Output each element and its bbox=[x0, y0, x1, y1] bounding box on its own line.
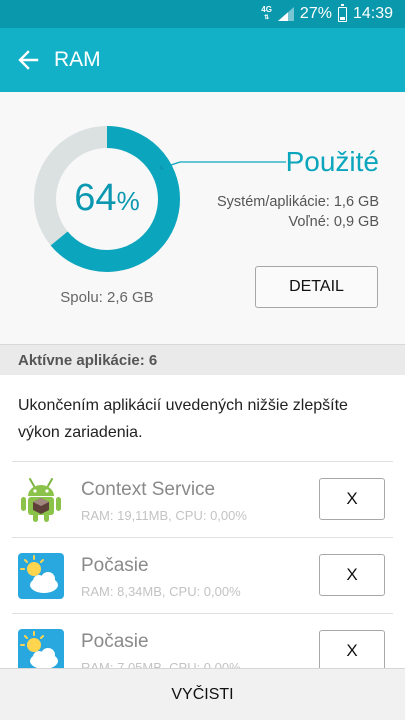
app-usage: RAM: 7,05MB, CPU: 0,00% bbox=[81, 660, 241, 668]
free-memory: Voľné: 0,9 GB bbox=[288, 214, 379, 230]
status-bar: 4G ⇅ 27% 14:39 bbox=[0, 0, 405, 28]
arrow-back-icon bbox=[18, 50, 39, 70]
close-app-button[interactable]: X bbox=[319, 630, 385, 668]
signal-icon bbox=[277, 7, 294, 21]
list-description: Ukončením aplikácií uvedených nižšie zle… bbox=[18, 397, 348, 441]
android-app-icon bbox=[21, 478, 61, 522]
battery-percent: 27% bbox=[299, 5, 332, 22]
divider bbox=[12, 461, 393, 462]
network-type-icon: 4G ⇅ bbox=[261, 5, 272, 22]
back-button[interactable] bbox=[10, 42, 46, 78]
network-type-label: 4G bbox=[261, 5, 272, 14]
used-leader-line bbox=[160, 161, 286, 170]
active-apps-header: Aktívne aplikácie: 6 bbox=[0, 344, 405, 375]
used-label: Použité bbox=[285, 146, 379, 177]
total-memory: Spolu: 2,6 GB bbox=[60, 289, 154, 306]
clock: 14:39 bbox=[352, 5, 393, 22]
weather-sun-cloud-icon bbox=[18, 553, 64, 599]
system-apps-usage: Systém/aplikácie: 1,6 GB bbox=[217, 194, 379, 210]
active-apps-count: Aktívne aplikácie: 6 bbox=[18, 352, 158, 369]
ram-percent-value: 64 bbox=[74, 177, 117, 219]
app-list: Ukončením aplikácií uvedených nižšie zle… bbox=[0, 375, 405, 668]
close-app-button[interactable]: X bbox=[319, 478, 385, 520]
app-name: Počasie bbox=[81, 555, 149, 576]
list-item: Počasie RAM: 8,34MB, CPU: 0,00% X bbox=[0, 537, 405, 613]
page-title: RAM bbox=[54, 48, 101, 71]
ram-usage-card: 64% Použité Systém/aplikácie: 1,6 GB Voľ… bbox=[0, 92, 405, 344]
divider bbox=[12, 537, 393, 538]
list-item: Počasie RAM: 7,05MB, CPU: 0,00% X bbox=[0, 613, 405, 668]
close-app-button[interactable]: X bbox=[319, 554, 385, 596]
app-usage: RAM: 19,11MB, CPU: 0,00% bbox=[81, 508, 247, 523]
app-usage: RAM: 8,34MB, CPU: 0,00% bbox=[81, 584, 241, 599]
divider bbox=[12, 613, 393, 614]
app-name: Context Service bbox=[81, 479, 216, 500]
app-bar: RAM bbox=[0, 28, 405, 92]
list-item: Context Service RAM: 19,11MB, CPU: 0,00%… bbox=[0, 461, 405, 537]
battery-icon bbox=[337, 3, 347, 22]
ram-percent: 64% bbox=[34, 177, 180, 220]
weather-sun-cloud-icon bbox=[18, 629, 64, 668]
ram-percent-symbol: % bbox=[116, 186, 140, 216]
app-name: Počasie bbox=[81, 631, 149, 652]
detail-button[interactable]: DETAIL bbox=[255, 266, 378, 308]
clear-all-button[interactable]: VYČISTI bbox=[0, 668, 405, 720]
